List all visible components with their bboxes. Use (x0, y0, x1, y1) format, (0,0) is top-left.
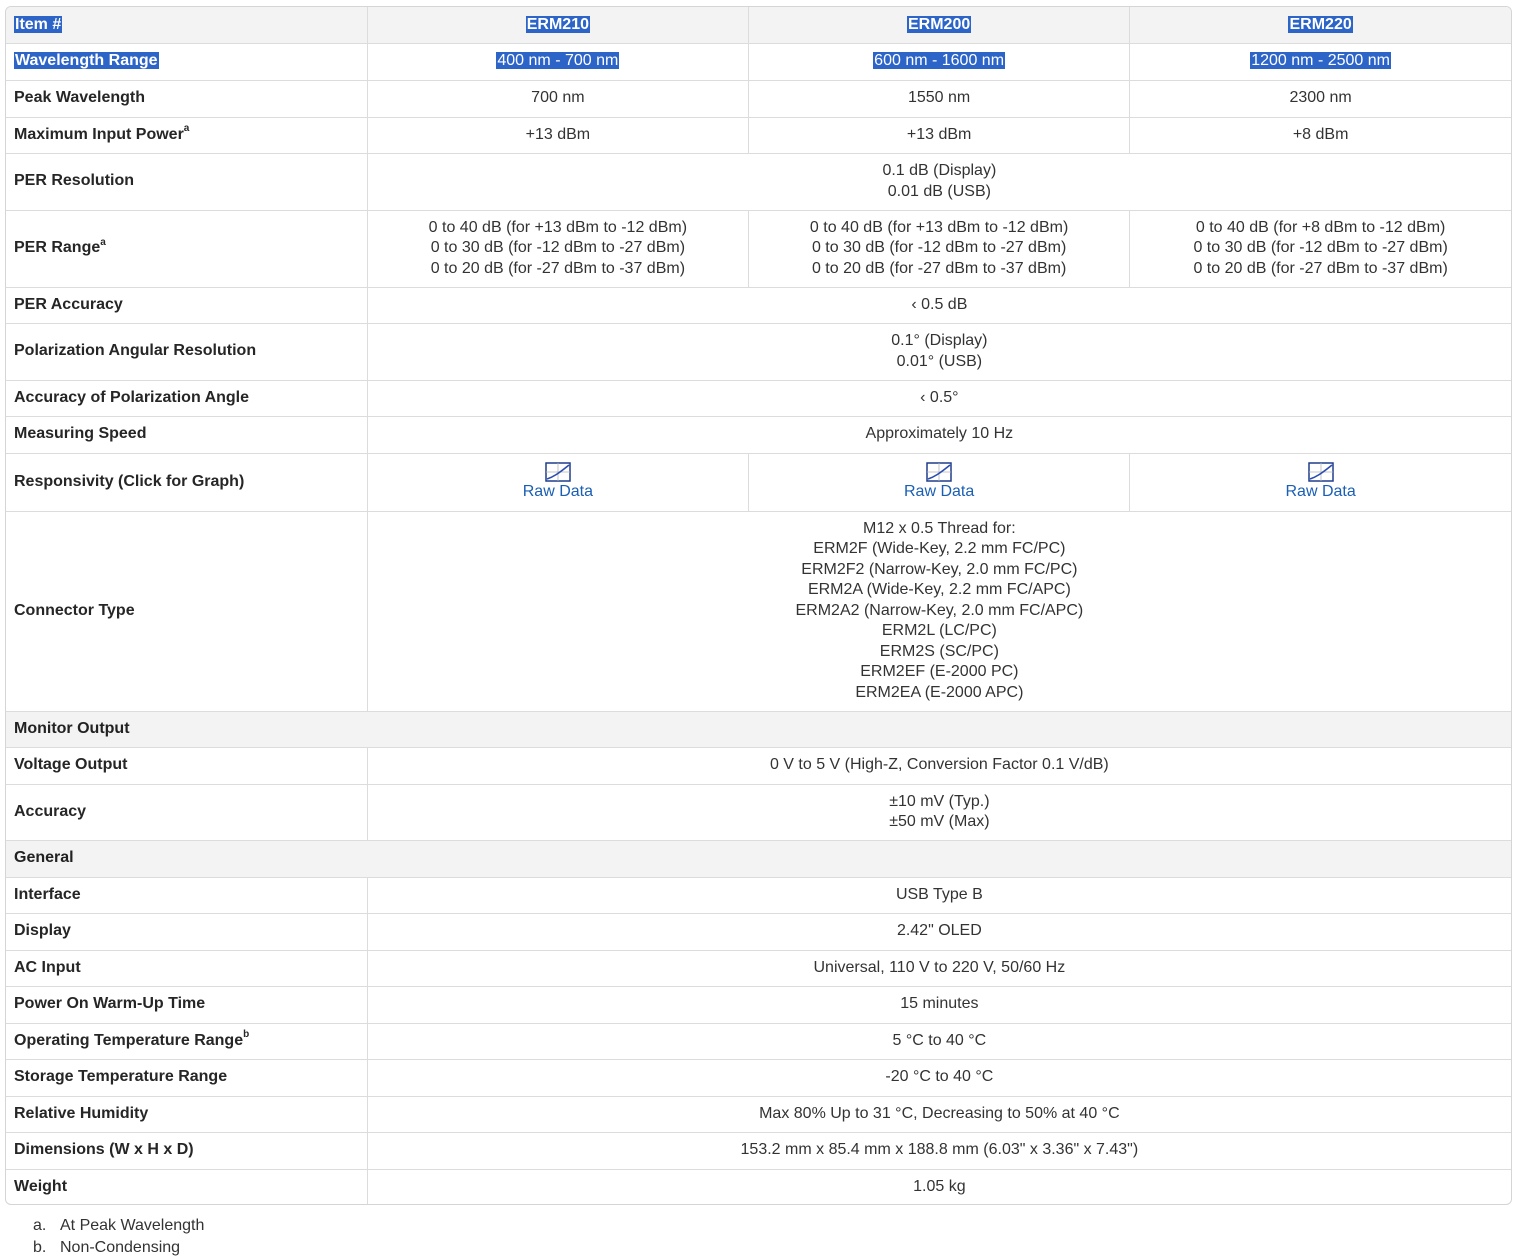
row-max-input-power: Maximum Input Powera +13 dBm +13 dBm +8 … (6, 117, 1511, 153)
row-label: Accuracy of Polarization Angle (6, 380, 367, 416)
row-label: Wavelength Range (6, 43, 367, 80)
cell-erm220: +8 dBm (1130, 117, 1511, 153)
cell-shared: 0 V to 5 V (High-Z, Conversion Factor 0.… (367, 747, 1511, 784)
cell-shared: Universal, 110 V to 220 V, 50/60 Hz (367, 950, 1511, 986)
row-label: PER Rangea (6, 210, 367, 287)
graph-icon[interactable] (926, 462, 952, 482)
cell-erm210: 700 nm (367, 80, 748, 117)
row-label: AC Input (6, 950, 367, 986)
header-row: Item # ERM210 ERM200 ERM220 (6, 7, 1511, 43)
cell-erm220: 1200 nm - 2500 nm (1130, 43, 1511, 80)
cell-erm200: 1550 nm (748, 80, 1129, 117)
row-voltage-output: Voltage Output 0 V to 5 V (High-Z, Conve… (6, 747, 1511, 784)
row-label: Maximum Input Powera (6, 117, 367, 153)
header-item-label: Item # (6, 7, 367, 43)
row-label: Peak Wavelength (6, 80, 367, 117)
spec-table-container: Item # ERM210 ERM200 ERM220 Wavelength R… (5, 6, 1512, 1205)
cell-erm200: Raw Data (748, 453, 1129, 511)
row-label: Dimensions (W x H x D) (6, 1132, 367, 1169)
row-wavelength-range: Wavelength Range 400 nm - 700 nm 600 nm … (6, 43, 1511, 80)
raw-data-link-erm210[interactable]: Raw Data (523, 482, 593, 503)
section-monitor-output: Monitor Output (6, 711, 1511, 747)
section-general: General (6, 840, 1511, 877)
row-label: Voltage Output (6, 747, 367, 784)
row-operating-temperature: Operating Temperature Rangeb 5 °C to 40 … (6, 1023, 1511, 1059)
section-heading: Monitor Output (6, 711, 1511, 747)
cell-shared: Max 80% Up to 31 °C, Decreasing to 50% a… (367, 1096, 1511, 1132)
footnote-ref: a (100, 237, 106, 248)
cell-erm200: 600 nm - 1600 nm (748, 43, 1129, 80)
cell-erm210: Raw Data (367, 453, 748, 511)
cell-erm220: 0 to 40 dB (for +8 dBm to -12 dBm) 0 to … (1130, 210, 1511, 287)
row-label: Display (6, 913, 367, 950)
footnote-ref: b (243, 1029, 249, 1040)
row-display: Display 2.42" OLED (6, 913, 1511, 950)
row-accuracy: Accuracy ±10 mV (Typ.) ±50 mV (Max) (6, 784, 1511, 840)
row-peak-wavelength: Peak Wavelength 700 nm 1550 nm 2300 nm (6, 80, 1511, 117)
row-label: Relative Humidity (6, 1096, 367, 1132)
row-polarization-angular-resolution: Polarization Angular Resolution 0.1° (Di… (6, 323, 1511, 380)
cell-shared: 0.1 dB (Display) 0.01 dB (USB) (367, 153, 1511, 210)
raw-data-link-erm200[interactable]: Raw Data (904, 482, 974, 503)
row-measuring-speed: Measuring Speed Approximately 10 Hz (6, 416, 1511, 453)
row-warmup-time: Power On Warm-Up Time 15 minutes (6, 986, 1511, 1023)
footnote-ref: a (184, 123, 190, 134)
cell-shared: M12 x 0.5 Thread for: ERM2F (Wide-Key, 2… (367, 511, 1511, 711)
row-dimensions: Dimensions (W x H x D) 153.2 mm x 85.4 m… (6, 1132, 1511, 1169)
row-label: Interface (6, 877, 367, 913)
row-responsivity: Responsivity (Click for Graph) Raw Data … (6, 453, 1511, 511)
cell-shared: 1.05 kg (367, 1169, 1511, 1204)
row-label: Weight (6, 1169, 367, 1204)
row-label: Operating Temperature Rangeb (6, 1023, 367, 1059)
cell-shared: 5 °C to 40 °C (367, 1023, 1511, 1059)
row-label: Accuracy (6, 784, 367, 840)
row-ac-input: AC Input Universal, 110 V to 220 V, 50/6… (6, 950, 1511, 986)
row-label: Measuring Speed (6, 416, 367, 453)
row-per-accuracy: PER Accuracy ‹ 0.5 dB (6, 287, 1511, 323)
footnote-a: a. At Peak Wavelength (33, 1215, 204, 1237)
header-model-erm210: ERM210 (367, 7, 748, 43)
raw-data-link-erm220[interactable]: Raw Data (1285, 482, 1355, 503)
footnotes: a. At Peak Wavelength b. Non-Condensing (33, 1215, 204, 1258)
cell-shared: 0.1° (Display) 0.01° (USB) (367, 323, 1511, 380)
cell-erm220: 2300 nm (1130, 80, 1511, 117)
cell-shared: ‹ 0.5 dB (367, 287, 1511, 323)
cell-erm210: 400 nm - 700 nm (367, 43, 748, 80)
row-label: PER Resolution (6, 153, 367, 210)
graph-icon[interactable] (545, 462, 571, 482)
cell-erm210: 0 to 40 dB (for +13 dBm to -12 dBm) 0 to… (367, 210, 748, 287)
cell-shared: -20 °C to 40 °C (367, 1059, 1511, 1096)
cell-shared: USB Type B (367, 877, 1511, 913)
row-label: Responsivity (Click for Graph) (6, 453, 367, 511)
cell-shared: ±10 mV (Typ.) ±50 mV (Max) (367, 784, 1511, 840)
row-label: Storage Temperature Range (6, 1059, 367, 1096)
row-relative-humidity: Relative Humidity Max 80% Up to 31 °C, D… (6, 1096, 1511, 1132)
graph-icon[interactable] (1308, 462, 1334, 482)
cell-shared: 153.2 mm x 85.4 mm x 188.8 mm (6.03" x 3… (367, 1132, 1511, 1169)
row-per-range: PER Rangea 0 to 40 dB (for +13 dBm to -1… (6, 210, 1511, 287)
section-heading: General (6, 840, 1511, 877)
footnote-b: b. Non-Condensing (33, 1237, 204, 1258)
row-label: Power On Warm-Up Time (6, 986, 367, 1023)
cell-erm210: +13 dBm (367, 117, 748, 153)
header-model-erm200: ERM200 (748, 7, 1129, 43)
row-label: Connector Type (6, 511, 367, 711)
row-storage-temperature: Storage Temperature Range -20 °C to 40 °… (6, 1059, 1511, 1096)
row-label: PER Accuracy (6, 287, 367, 323)
cell-shared: Approximately 10 Hz (367, 416, 1511, 453)
cell-erm200: +13 dBm (748, 117, 1129, 153)
cell-erm220: Raw Data (1130, 453, 1511, 511)
header-model-erm220: ERM220 (1130, 7, 1511, 43)
row-label: Polarization Angular Resolution (6, 323, 367, 380)
cell-shared: 2.42" OLED (367, 913, 1511, 950)
row-weight: Weight 1.05 kg (6, 1169, 1511, 1204)
row-connector-type: Connector Type M12 x 0.5 Thread for: ERM… (6, 511, 1511, 711)
spec-table: Item # ERM210 ERM200 ERM220 Wavelength R… (6, 7, 1511, 1204)
row-per-resolution: PER Resolution 0.1 dB (Display) 0.01 dB … (6, 153, 1511, 210)
cell-shared: 15 minutes (367, 986, 1511, 1023)
row-interface: Interface USB Type B (6, 877, 1511, 913)
cell-shared: ‹ 0.5° (367, 380, 1511, 416)
cell-erm200: 0 to 40 dB (for +13 dBm to -12 dBm) 0 to… (748, 210, 1129, 287)
row-polarization-angle-accuracy: Accuracy of Polarization Angle ‹ 0.5° (6, 380, 1511, 416)
